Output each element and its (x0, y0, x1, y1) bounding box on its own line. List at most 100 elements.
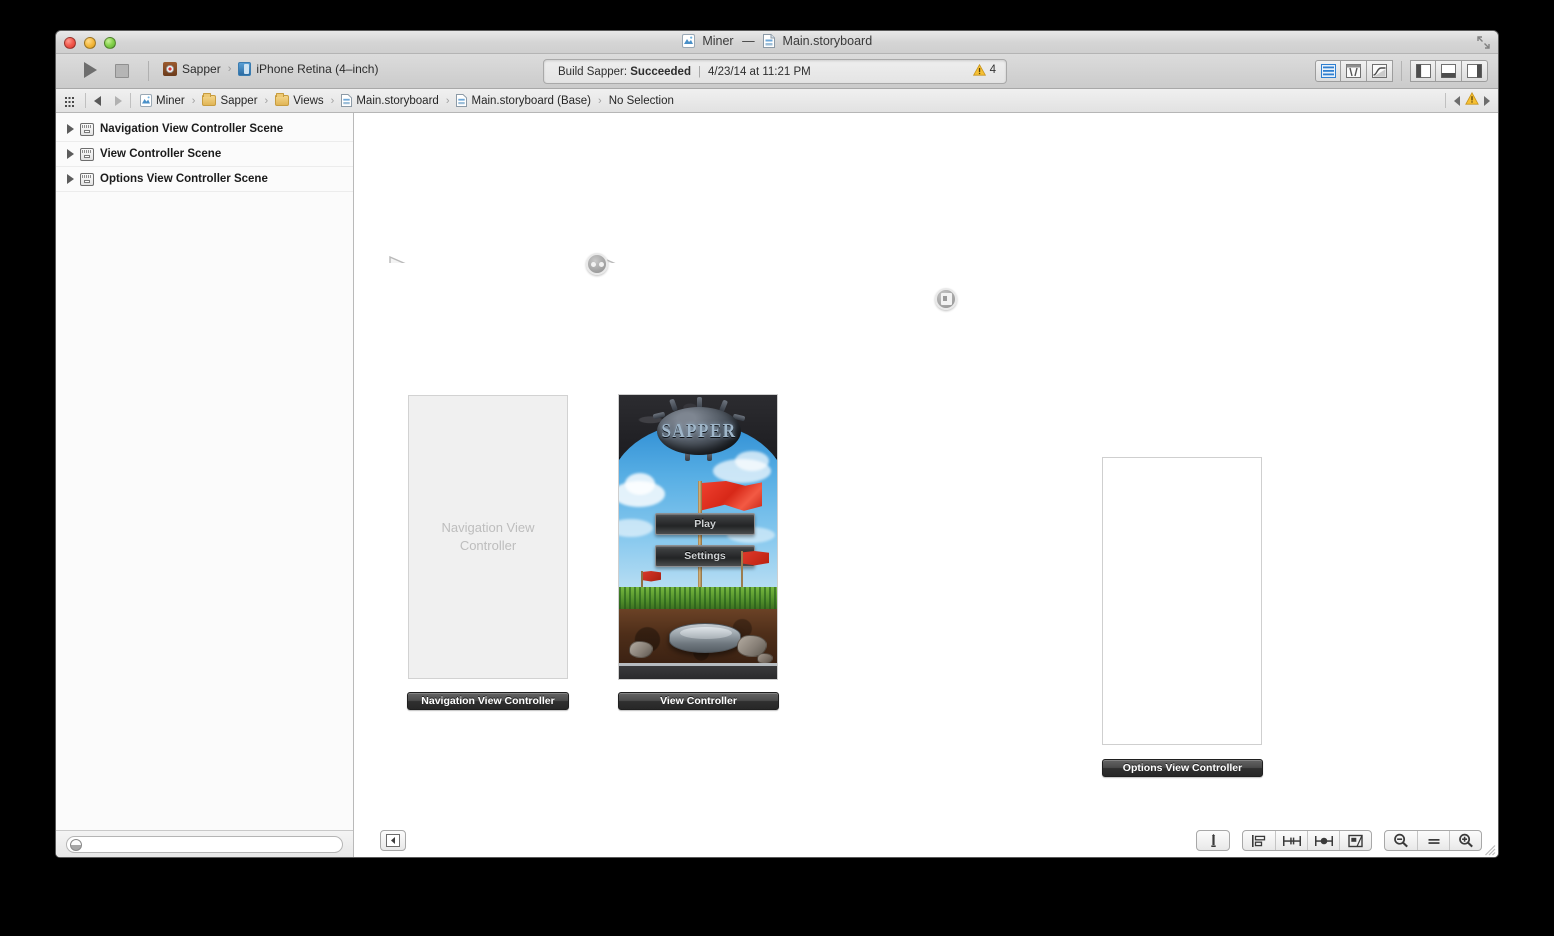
utilities-toggle-button[interactable] (1462, 60, 1488, 82)
status-result: Succeeded (630, 65, 691, 78)
disclosure-triangle-icon[interactable] (67, 174, 74, 184)
version-editor-button[interactable] (1367, 60, 1393, 82)
zoom-in-button[interactable] (1449, 831, 1481, 850)
toolbar-divider (148, 61, 149, 81)
buried-mine (669, 623, 741, 653)
fullscreen-icon[interactable] (1477, 36, 1490, 49)
storyboard-icon (456, 94, 468, 107)
disclosure-triangle-icon[interactable] (67, 124, 74, 134)
view-controller-scene[interactable]: SAPPER Play Settings (618, 394, 778, 680)
document-outline-toggle-button[interactable] (380, 830, 406, 851)
relationship-segue-badge[interactable] (586, 253, 608, 275)
storyboard-icon (341, 94, 353, 107)
jumpbar-divider (85, 93, 86, 108)
issue-navigation (1445, 91, 1490, 110)
window-title-app: Miner (702, 34, 734, 48)
navigation-view-controller-scene[interactable]: Navigation View Controller (408, 395, 568, 679)
scene-icon (80, 122, 94, 136)
scene-badge-navigation-view-controller[interactable]: Navigation View Controller (407, 692, 569, 710)
auto-layout-issues-button[interactable] (1197, 831, 1229, 850)
modal-segue-badge[interactable] (935, 288, 957, 310)
storyboard-canvas[interactable]: Navigation View Controller Navigation Vi… (354, 113, 1498, 857)
breadcrumb-item-storyboard-base[interactable]: Main.storyboard (Base) (455, 94, 592, 107)
cloud-icon (625, 473, 655, 495)
warning-count: 4 (989, 64, 996, 76)
title-bar: Miner — Main.storyboard (56, 31, 1498, 54)
disclosure-triangle-icon[interactable] (67, 149, 74, 159)
breadcrumb-label: No Selection (608, 94, 674, 107)
auto-layout-resolve-button[interactable] (1307, 831, 1339, 850)
zoom-out-button[interactable] (1385, 831, 1417, 850)
splash-artwork: SAPPER Play Settings (619, 395, 777, 679)
canvas-bottom-bar (354, 822, 1498, 857)
previous-issue-button[interactable] (1454, 95, 1460, 106)
toolbar-right-group (1315, 60, 1488, 82)
breadcrumb-label: Main.storyboard (Base) (471, 94, 592, 107)
actual-size-button[interactable] (1417, 831, 1449, 850)
back-button[interactable] (94, 95, 101, 106)
scene-label: Options View Controller Scene (100, 173, 268, 185)
sidebar-item-navigation-view-controller-scene[interactable]: Navigation View Controller Scene (56, 117, 353, 142)
breadcrumb-item-views[interactable]: Views (274, 93, 324, 107)
cloud-icon (619, 519, 653, 537)
settings-button[interactable]: Settings (655, 545, 755, 567)
sidebar-item-options-view-controller-scene[interactable]: Options View Controller Scene (56, 167, 353, 192)
sidebar-item-view-controller-scene[interactable]: View Controller Scene (56, 142, 353, 167)
placeholder-line-1: Navigation View (441, 520, 535, 536)
scene-label: View Controller Scene (100, 148, 222, 160)
segue-lines (389, 255, 616, 263)
debug-area-toggle-button[interactable] (1436, 60, 1462, 82)
forward-button[interactable] (115, 95, 122, 106)
build-status-text: Build Sapper: Succeeded | 4/23/14 at 11:21… (558, 66, 811, 78)
folder-icon (202, 93, 217, 106)
breadcrumb-item-storyboard[interactable]: Main.storyboard (340, 94, 439, 107)
related-items-icon[interactable] (65, 95, 77, 107)
filter-bar (56, 830, 353, 857)
breadcrumb-separator: › (264, 94, 269, 107)
filter-field[interactable] (66, 836, 343, 853)
assistant-editor-button[interactable] (1341, 60, 1367, 82)
stop-button[interactable] (115, 64, 129, 78)
jumpbar-divider-2 (130, 93, 131, 108)
scene-badge-options-view-controller[interactable]: Options View Controller (1102, 759, 1263, 777)
window-title: Miner — Main.storyboard (56, 34, 1498, 51)
breadcrumb-separator: › (598, 94, 602, 107)
flag-pole (698, 481, 702, 603)
breadcrumb-item-sapper[interactable]: Sapper (201, 93, 258, 107)
breadcrumb-item-miner[interactable]: Miner (139, 94, 186, 107)
search-input[interactable] (82, 838, 342, 851)
project-icon (681, 34, 695, 51)
placeholder-label: Navigation View Controller (442, 519, 535, 554)
resize-grip[interactable] (1482, 842, 1496, 856)
breadcrumb-separator: › (445, 94, 450, 107)
navigator-toggle-button[interactable] (1410, 60, 1436, 82)
preview-group (1196, 830, 1230, 851)
auto-layout-pin-button[interactable] (1275, 831, 1307, 850)
logo-text: SAPPER (661, 419, 737, 442)
scene-badge-view-controller[interactable]: View Controller (618, 692, 779, 710)
scene-icon (80, 172, 94, 186)
warning-triangle-icon (972, 63, 986, 76)
breadcrumb-label: Views (293, 94, 324, 107)
build-status-field[interactable]: Build Sapper: Succeeded | 4/23/14 at 11:21… (543, 59, 1007, 84)
sapper-logo: SAPPER (645, 397, 753, 461)
xcode-window: Miner — Main.storyboard Sapper › iPhone … (55, 30, 1499, 858)
filter-icon (70, 838, 82, 851)
play-button[interactable]: Play (655, 513, 755, 535)
breadcrumb-item-selection[interactable]: No Selection (608, 95, 675, 107)
device-icon (238, 62, 252, 76)
toolbar-divider-2 (1401, 61, 1402, 81)
breadcrumb-list: Miner › Sapper › Views › Main.storyboard… (139, 93, 675, 107)
scheme-selector[interactable]: Sapper › iPhone Retina (4–inch) (163, 62, 378, 76)
window-title-dash: — (742, 34, 755, 48)
next-issue-button[interactable] (1484, 95, 1490, 106)
auto-layout-embed-button[interactable] (1339, 831, 1371, 850)
options-view-controller-scene[interactable] (1102, 457, 1262, 745)
run-button[interactable] (84, 62, 97, 78)
status-prefix: Build Sapper: (558, 65, 631, 78)
asphalt-layer (619, 663, 777, 679)
warning-badge[interactable]: 4 (972, 63, 996, 76)
auto-layout-align-button[interactable] (1243, 831, 1275, 850)
standard-editor-button[interactable] (1315, 60, 1341, 82)
chevron-right-icon: › (227, 63, 232, 75)
